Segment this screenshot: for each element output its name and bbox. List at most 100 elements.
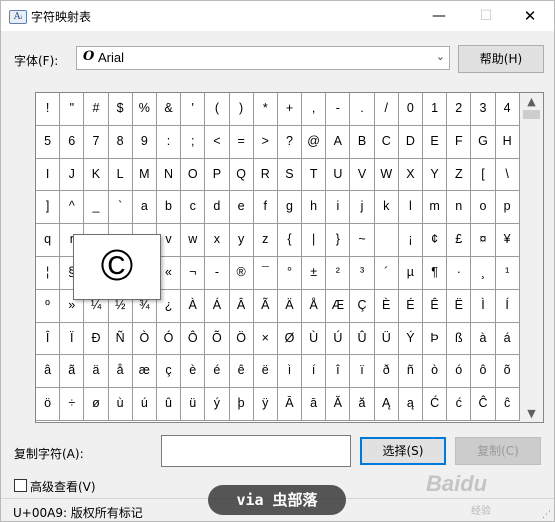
minimize-button[interactable]: — [416, 1, 462, 31]
character-cell[interactable]: ą [398, 388, 423, 421]
character-cell[interactable]: Ð [84, 322, 109, 356]
character-cell[interactable]: Ô [181, 322, 206, 356]
character-cell[interactable]: E [423, 125, 448, 159]
character-cell[interactable]: × [253, 322, 278, 356]
character-cell[interactable]: . [350, 93, 375, 126]
character-cell[interactable]: ĉ [495, 388, 520, 421]
character-cell[interactable]: j [350, 191, 375, 225]
character-cell[interactable]: Ą [374, 388, 399, 421]
character-cell[interactable]: ß [447, 322, 472, 356]
character-cell[interactable]: Ć [423, 388, 448, 421]
character-cell[interactable]: è [181, 355, 206, 389]
character-cell[interactable]: & [156, 93, 182, 126]
character-cell[interactable]: ý [205, 388, 230, 421]
character-cell[interactable]: Z [447, 158, 472, 192]
character-cell[interactable]: Þ [423, 322, 448, 356]
character-cell[interactable]: o [471, 191, 496, 225]
character-cell[interactable]: P [205, 158, 230, 192]
character-cell[interactable]: J [60, 158, 85, 192]
character-cell[interactable]: , [302, 93, 327, 126]
character-cell[interactable]: z [253, 224, 278, 257]
character-cell[interactable]: H [495, 125, 520, 159]
character-cell[interactable]: Ö [229, 322, 254, 356]
character-cell[interactable]: þ [229, 388, 254, 421]
character-cell[interactable]: g [277, 191, 303, 225]
character-cell[interactable]: > [253, 125, 278, 159]
character-cell[interactable]: ä [84, 355, 109, 389]
character-cell[interactable]: 3 [471, 93, 496, 126]
character-cell[interactable]: L [108, 158, 133, 192]
character-cell[interactable]: * [253, 93, 278, 126]
character-cell[interactable]: n [447, 191, 472, 225]
character-cell[interactable]: å [108, 355, 133, 389]
character-cell[interactable]: - [205, 256, 230, 290]
character-cell[interactable]: a [132, 191, 157, 225]
character-cell[interactable]: x [205, 224, 230, 257]
character-cell[interactable]: 1 [423, 93, 448, 126]
character-cell[interactable]: ¢ [423, 224, 448, 257]
character-cell[interactable]: w [181, 224, 206, 257]
chevron-down-icon[interactable]: ⌄ [436, 50, 445, 63]
character-cell[interactable]: Ă [326, 388, 351, 421]
character-cell[interactable]: í [302, 355, 327, 389]
character-cell[interactable]: õ [495, 355, 520, 389]
character-cell[interactable]: _ [84, 191, 109, 225]
character-cell[interactable]: k [374, 191, 399, 225]
character-cell[interactable]: Û [350, 322, 375, 356]
character-cell[interactable]: ã [60, 355, 85, 389]
character-cell[interactable]: F [447, 125, 472, 159]
character-cell[interactable]: } [326, 224, 351, 257]
resize-grip-icon[interactable]: ⋰ [542, 510, 551, 520]
character-cell[interactable]: e [229, 191, 254, 225]
character-cell[interactable]: Y [423, 158, 448, 192]
character-cell[interactable]: Ù [302, 322, 327, 356]
character-cell[interactable]: ø [84, 388, 109, 421]
character-cell[interactable]: : [156, 125, 182, 159]
character-cell[interactable]: Ú [326, 322, 351, 356]
character-cell[interactable]: ò [423, 355, 448, 389]
character-cell[interactable]: C [374, 125, 399, 159]
character-cell[interactable]: ê [229, 355, 254, 389]
character-cell[interactable]: ¥ [495, 224, 520, 257]
character-cell[interactable]: È [374, 289, 399, 323]
character-cell[interactable]: ' [181, 93, 206, 126]
character-cell[interactable]: µ [398, 256, 423, 290]
vertical-scrollbar[interactable]: ▲ ▼ [520, 93, 543, 422]
character-cell[interactable]: - [326, 93, 351, 126]
character-cell[interactable]: \ [495, 158, 520, 192]
character-cell[interactable]: Â [229, 289, 254, 323]
character-cell[interactable]: î [326, 355, 351, 389]
character-cell[interactable]: ð [374, 355, 399, 389]
character-cell[interactable]: Ā [277, 388, 303, 421]
character-cell[interactable]: ´ [374, 256, 399, 290]
character-cell[interactable]: Ä [277, 289, 303, 323]
copy-button[interactable]: 复制(C) [455, 437, 541, 465]
character-cell[interactable]: c [181, 191, 206, 225]
character-cell[interactable]: W [374, 158, 399, 192]
character-cell[interactable]: ¯ [253, 256, 278, 290]
character-cell[interactable]: Ó [156, 322, 182, 356]
character-cell[interactable]: ² [326, 256, 351, 290]
character-cell[interactable]: ` [108, 191, 133, 225]
character-cell[interactable]: + [277, 93, 303, 126]
character-cell[interactable]: ¬ [181, 256, 206, 290]
character-cell[interactable]: O [181, 158, 206, 192]
font-select[interactable]: O Arial ⌄ [76, 46, 450, 70]
character-cell[interactable]: % [132, 93, 157, 126]
character-cell[interactable]: V [350, 158, 375, 192]
character-cell[interactable]: U [326, 158, 351, 192]
character-cell[interactable]: é [205, 355, 230, 389]
maximize-button[interactable]: ☐ [463, 1, 509, 31]
character-cell[interactable]: 8 [108, 125, 133, 159]
character-cell[interactable]: Õ [205, 322, 230, 356]
character-cell[interactable]: 4 [495, 93, 520, 126]
character-cell[interactable]: á [495, 322, 520, 356]
character-cell[interactable]: ü [181, 388, 206, 421]
character-cell[interactable]: ú [132, 388, 157, 421]
character-cell[interactable]: $ [108, 93, 133, 126]
character-cell[interactable]: ¡ [398, 224, 423, 257]
character-cell[interactable]: S [277, 158, 303, 192]
character-cell[interactable]: Ã [253, 289, 278, 323]
character-cell[interactable]: · [447, 256, 472, 290]
character-cell[interactable]: ù [108, 388, 133, 421]
